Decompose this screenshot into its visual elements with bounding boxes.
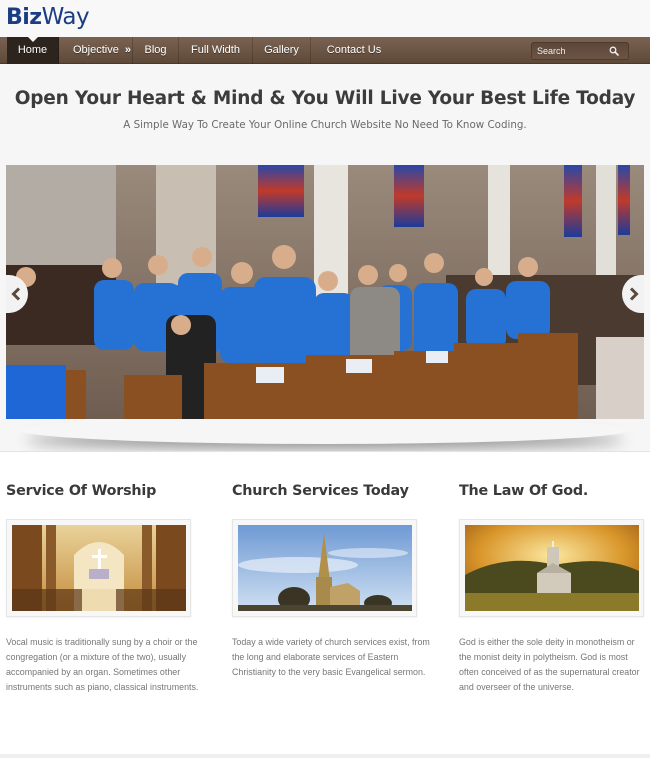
search-box — [531, 42, 629, 60]
chevron-left-icon — [11, 287, 21, 301]
nav-item-label: Objective — [73, 44, 119, 56]
logo-light-text: Way — [41, 4, 90, 30]
logo-bold-text: Biz — [6, 5, 42, 30]
nav-item-label: Gallery — [264, 44, 299, 56]
nav-item-label: Contact Us — [326, 44, 382, 56]
feature-image — [238, 525, 412, 611]
chevron-right-icon — [629, 287, 639, 301]
nav-item-gallery[interactable]: Gallery — [253, 37, 311, 64]
feature-text: Today a wide variety of church services … — [232, 637, 430, 677]
main-navigation: Home Objective» Blog Full Width Gallery … — [0, 37, 650, 64]
feature-title: Service Of Worship — [6, 483, 157, 499]
search-icon[interactable] — [609, 46, 619, 56]
feature-image-frame[interactable] — [232, 519, 417, 617]
nav-item-label: Home — [17, 44, 48, 56]
feature-image-frame[interactable] — [459, 519, 644, 617]
hero-section: Open Your Heart & Mind & You Will Live Y… — [0, 64, 650, 452]
search-input[interactable] — [537, 43, 607, 59]
hero-subtitle: A Simple Way To Create Your Online Churc… — [123, 119, 527, 131]
feature-title: The Law Of God. — [459, 483, 589, 499]
nav-item-label: Blog — [144, 44, 167, 56]
nav-item-blog[interactable]: Blog — [133, 37, 179, 64]
submenu-arrow-icon: » — [124, 44, 131, 56]
feature-text: Vocal music is traditionally sung by a c… — [6, 637, 199, 692]
slider-shadow — [20, 416, 630, 444]
nav-item-home[interactable]: Home — [7, 37, 59, 64]
feature-image — [12, 525, 186, 611]
site-header: BizWay — [0, 0, 650, 37]
nav-item-label: Full Width — [191, 44, 240, 56]
image-slider[interactable] — [6, 165, 644, 419]
feature-title: Church Services Today — [232, 483, 409, 499]
slide-image — [6, 165, 644, 419]
feature-text: God is either the sole deity in monothei… — [459, 637, 640, 692]
feature-image-frame[interactable] — [6, 519, 191, 617]
hero-title: Open Your Heart & Mind & You Will Live Y… — [14, 88, 636, 109]
nav-item-contact-us[interactable]: Contact Us — [311, 37, 397, 64]
feature-image — [465, 525, 639, 611]
nav-item-full-width[interactable]: Full Width — [179, 37, 253, 64]
features-section: Service Of Worship Vocal music is tradit… — [0, 452, 650, 758]
nav-item-objective[interactable]: Objective » — [59, 37, 133, 64]
site-logo[interactable]: BizWay — [6, 4, 90, 31]
